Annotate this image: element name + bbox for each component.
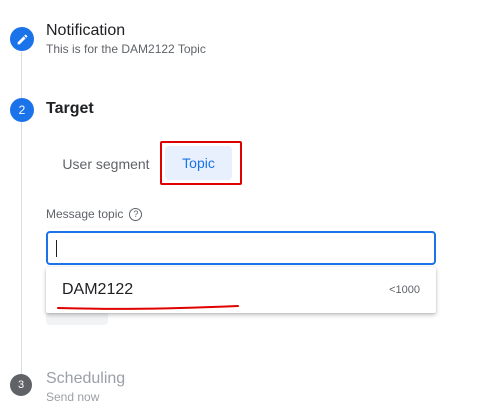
button-hint: [46, 313, 108, 325]
stepper-container: Notification This is for the DAM2122 Top…: [0, 0, 479, 403]
topic-option-count: <1000: [389, 284, 420, 296]
stepper-connector: [21, 122, 22, 374]
step-3-indicator[interactable]: 3: [10, 374, 32, 396]
stepper-connector: [21, 52, 22, 98]
message-topic-input[interactable]: [46, 231, 436, 265]
step-2-indicator[interactable]: 2: [10, 98, 34, 122]
step-3-subtitle: Send now: [46, 390, 100, 403]
text-caret: [56, 240, 57, 257]
message-topic-label-text: Message topic: [46, 207, 124, 221]
edit-icon: [17, 34, 27, 44]
segment-user-segment-button[interactable]: User segment: [50, 148, 162, 180]
message-topic-label: Message topic ?: [46, 207, 143, 221]
topic-option-name: DAM2122: [62, 281, 134, 298]
segment-topic-button[interactable]: Topic: [165, 146, 232, 180]
step-1-indicator[interactable]: [10, 27, 34, 51]
annotation-underline: [57, 305, 239, 310]
help-circle-icon[interactable]: ?: [129, 207, 143, 221]
step-1-title[interactable]: Notification: [46, 22, 125, 40]
step-1-subtitle: This is for the DAM2122 Topic: [46, 42, 206, 56]
step-3-title[interactable]: Scheduling: [46, 370, 125, 388]
step-2-title[interactable]: Target: [46, 100, 94, 118]
